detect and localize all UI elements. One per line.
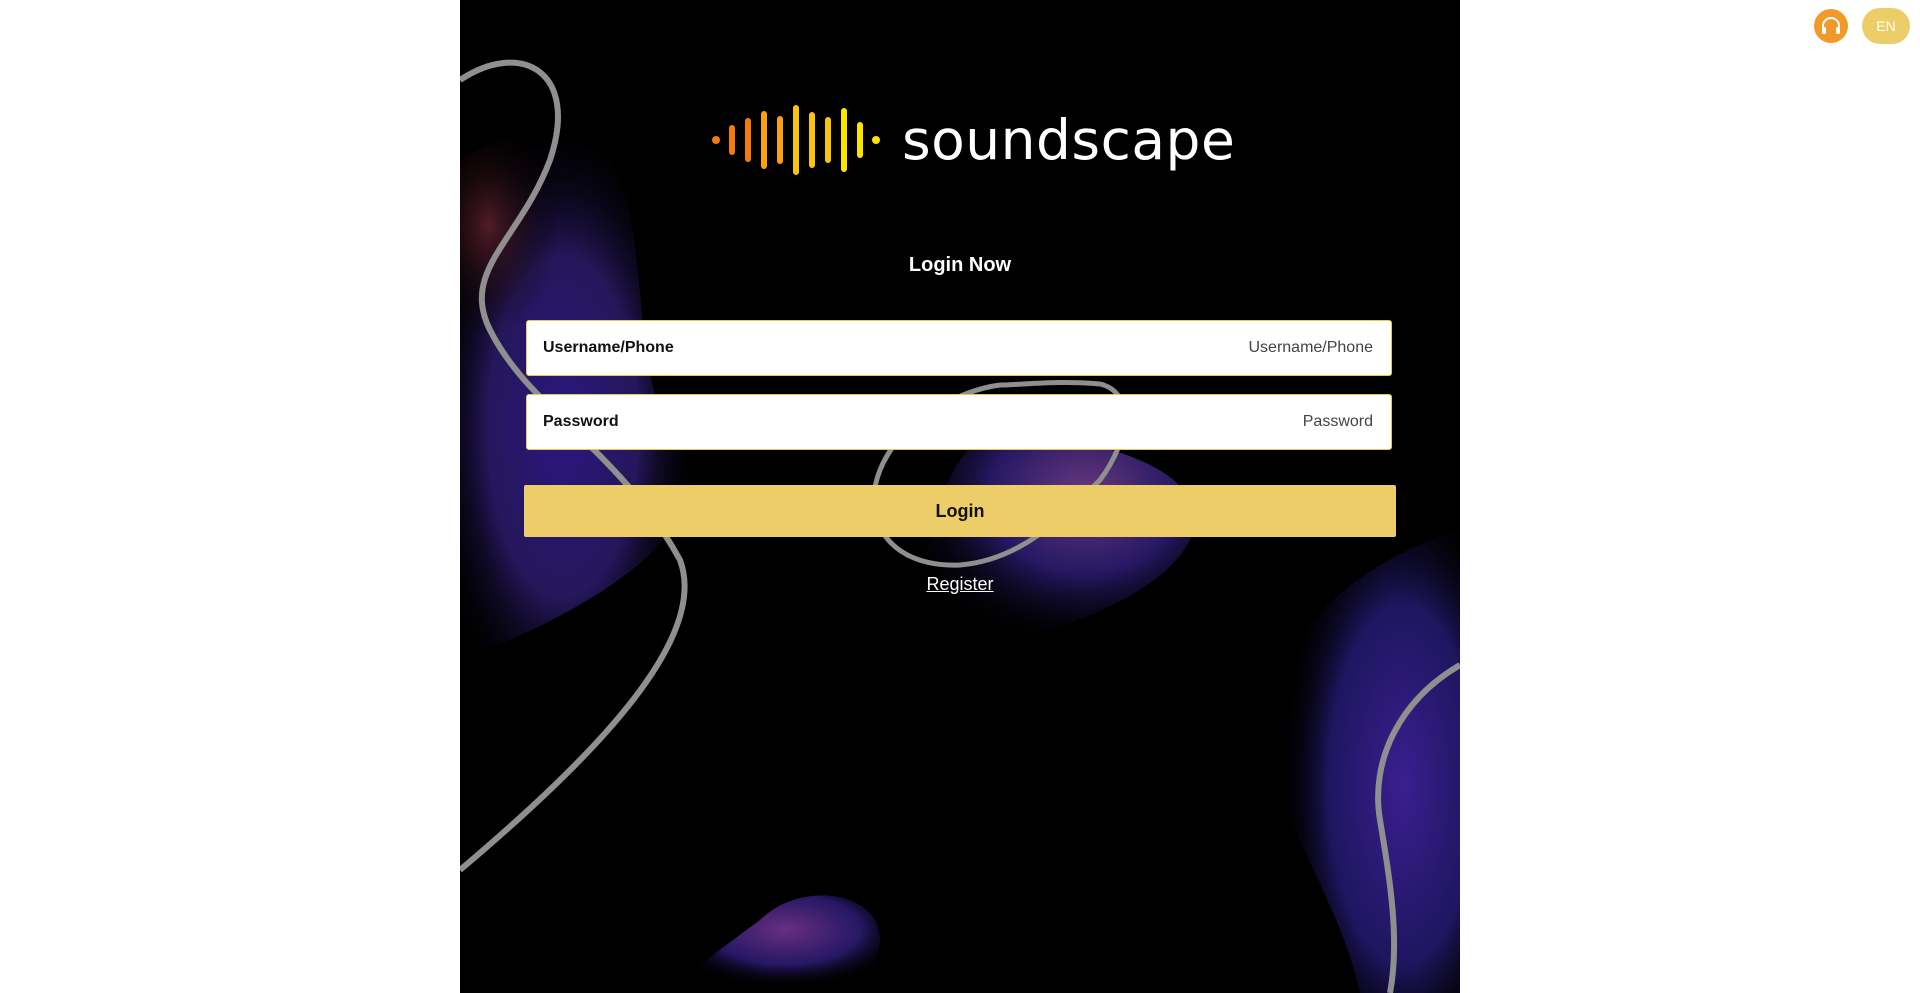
register-link[interactable]: Register [460, 574, 1460, 595]
wave-bar [841, 108, 847, 172]
password-field[interactable]: Password [526, 394, 1392, 450]
password-input[interactable] [618, 412, 1375, 432]
brand-name: soundscape [902, 108, 1236, 172]
wave-bar [729, 125, 735, 155]
password-label: Password [543, 413, 619, 430]
support-button[interactable] [1814, 9, 1848, 43]
wave-bar [857, 122, 863, 158]
wave-dot [872, 136, 880, 144]
headset-icon [1822, 17, 1840, 34]
wave-dot [712, 136, 720, 144]
wave-bar [793, 105, 799, 175]
username-input[interactable] [673, 338, 1375, 358]
login-button[interactable]: Login [524, 485, 1396, 537]
wave-bar [745, 118, 751, 162]
login-panel: soundscape Login Now Username/Phone Pass… [460, 0, 1460, 993]
login-title: Login Now [908, 254, 1012, 276]
soundscape-logo: soundscape [710, 100, 1235, 180]
username-label: Username/Phone [543, 339, 674, 356]
wave-bar [809, 112, 815, 168]
username-field[interactable]: Username/Phone [526, 320, 1392, 376]
language-selector[interactable]: EN [1862, 8, 1910, 44]
wave-bar [825, 117, 831, 163]
sound-wave-icon [712, 105, 880, 175]
wave-bar [761, 111, 767, 169]
wave-bar [777, 116, 783, 164]
